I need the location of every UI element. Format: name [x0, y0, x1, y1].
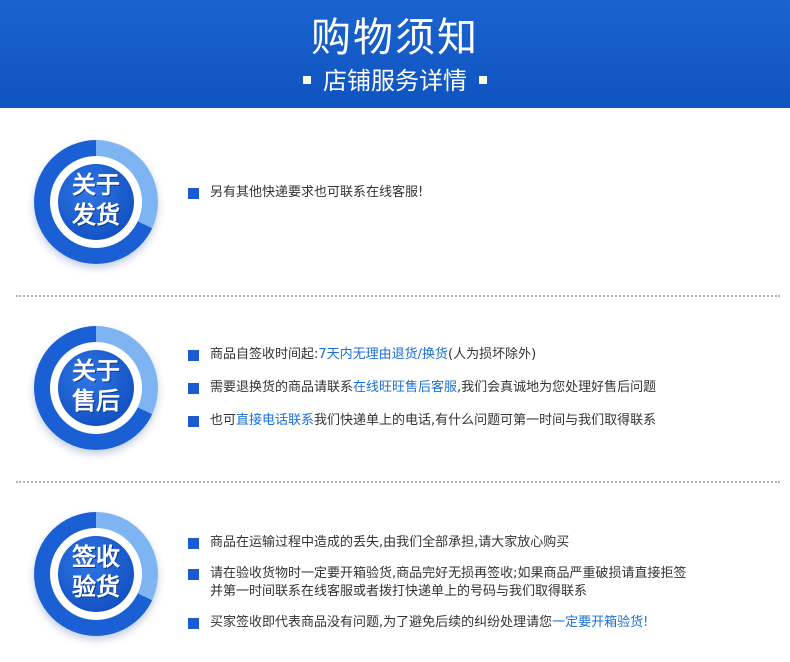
- square-bullet-icon: [188, 383, 199, 394]
- section-shipping: 关于 发货 另有其他快递要求也可联系在线客服!: [0, 108, 790, 296]
- badge-line-1: 关于: [72, 171, 120, 199]
- list-item: 另有其他快递要求也可联系在线客服!: [188, 184, 768, 202]
- badge-line-2: 售后: [72, 387, 120, 415]
- square-bullet-icon: [188, 618, 199, 629]
- square-bullet-icon: [188, 538, 199, 549]
- badge-line-1: 关于: [72, 357, 120, 385]
- subtitle-text: 店铺服务详情: [323, 67, 467, 95]
- shipping-badge: 关于 发货: [34, 140, 158, 264]
- header-banner: 购物须知 店铺服务详情: [0, 0, 790, 108]
- badge-line-2: 验货: [72, 573, 120, 601]
- square-bullet-icon: [188, 569, 199, 580]
- section-after-sales: 关于 售后 商品自签收时间起:7天内无理由退货/换货(人为损坏除外) 需要退换货…: [0, 296, 790, 482]
- inspection-badge: 签收 验货: [34, 512, 158, 636]
- page-subtitle: 店铺服务详情: [0, 66, 790, 96]
- list-item: 商品自签收时间起:7天内无理由退货/换货(人为损坏除外): [188, 346, 768, 364]
- square-marker-icon: [479, 76, 487, 84]
- page-title: 购物须知: [311, 15, 479, 61]
- after-sales-list: 商品自签收时间起:7天内无理由退货/换货(人为损坏除外) 需要退换货的商品请联系…: [188, 346, 768, 430]
- section-inspection: 签收 验货 商品在运输过程中造成的丢失,由我们全部承担,请大家放心购买 请在验收…: [0, 482, 790, 662]
- list-item: 也可直接电话联系我们快递单上的电话,有什么问题可第一时间与我们取得联系: [188, 412, 768, 430]
- square-bullet-icon: [188, 188, 199, 199]
- list-item: 买家签收即代表商品没有问题,为了避免后续的纠纷处理请您一定要开箱验货!: [188, 614, 768, 632]
- badge-line-1: 签收: [72, 543, 120, 571]
- inspection-list: 商品在运输过程中造成的丢失,由我们全部承担,请大家放心购买 请在验收货物时一定要…: [188, 534, 768, 632]
- square-bullet-icon: [188, 416, 199, 427]
- highlight-text: 一定要开箱验货!: [552, 615, 649, 630]
- badge-line-2: 发货: [72, 201, 120, 229]
- list-item: 需要退换货的商品请联系在线旺旺售后客服,我们会真诚地为您处理好售后问题: [188, 379, 768, 397]
- highlight-text: 7天内无理由退货/换货: [318, 347, 449, 362]
- shipping-list: 另有其他快递要求也可联系在线客服!: [188, 184, 768, 202]
- square-marker-icon: [303, 76, 311, 84]
- highlight-text: 在线旺旺售后客服: [353, 380, 458, 395]
- list-item: 商品在运输过程中造成的丢失,由我们全部承担,请大家放心购买: [188, 534, 768, 552]
- list-item: 请在验收货物时一定要开箱验货,商品完好无损再签收;如果商品严重破损请直接拒签 并…: [188, 565, 768, 601]
- after-sales-badge: 关于 售后: [34, 326, 158, 450]
- square-bullet-icon: [188, 350, 199, 361]
- highlight-text: 直接电话联系: [236, 413, 315, 428]
